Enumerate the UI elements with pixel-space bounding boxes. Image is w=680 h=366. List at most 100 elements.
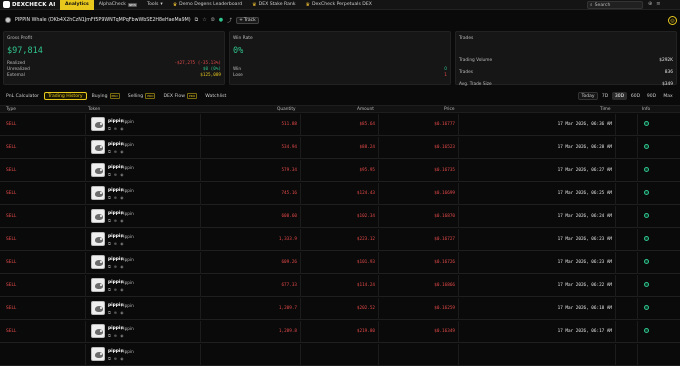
- token-link-icons[interactable]: ⧉ ⊕ ◉: [108, 195, 125, 200]
- tab-watchlist[interactable]: Watchlist: [202, 92, 229, 100]
- column-divider: [300, 298, 301, 320]
- token-symbol: Pippin: [121, 303, 134, 308]
- info-icon[interactable]: [644, 213, 649, 218]
- th-price: Price: [444, 107, 455, 112]
- column-divider: [458, 344, 459, 366]
- tab-selling[interactable]: Selling PRO: [125, 92, 159, 100]
- token-image[interactable]: [91, 140, 105, 154]
- search-input[interactable]: ⌕ Search: [587, 1, 643, 9]
- column-divider: [637, 229, 638, 251]
- table-row[interactable]: SELL pippin Pippin ⧉ ⊕ ◉ 1,289.8 $219.80 $0.16…: [0, 321, 680, 343]
- tab-dex-flow[interactable]: DEX Flow PRO: [160, 92, 200, 100]
- star-icon[interactable]: ☆: [202, 17, 206, 23]
- token-image[interactable]: [91, 278, 105, 292]
- trade-type: SELL: [6, 168, 17, 173]
- token-image[interactable]: [91, 232, 105, 246]
- info-icon[interactable]: [644, 167, 649, 172]
- period-30d[interactable]: 30D: [612, 92, 627, 100]
- table-row[interactable]: SELL pippin Pippin ⧉ ⊕ ◉ 534.94 $88.24 $0.1652…: [0, 137, 680, 159]
- token-link-icons[interactable]: ⧉ ⊕ ◉: [108, 172, 125, 177]
- table-header: Type Token Quantity Amount Price Time In…: [0, 105, 680, 113]
- column-divider: [615, 275, 616, 297]
- solscan-icon[interactable]: ●: [219, 17, 223, 23]
- token-symbol: Pippin: [121, 234, 134, 239]
- trade-quantity: 609.26: [281, 260, 297, 265]
- info-icon[interactable]: [644, 259, 649, 264]
- token-image[interactable]: [91, 324, 105, 338]
- tab-pnl-calculator[interactable]: PnL Calculator: [3, 92, 42, 100]
- trade-price: $0.16726: [434, 260, 455, 265]
- token-link-icons[interactable]: ⧉ ⊕ ◉: [108, 356, 125, 361]
- share-icon[interactable]: ⤴: [227, 17, 232, 24]
- language-icon[interactable]: ⊕: [648, 1, 652, 7]
- token-symbol: Pippin: [121, 280, 134, 285]
- token-link-icons[interactable]: ⧉ ⊕ ◉: [108, 287, 125, 292]
- tab-buying[interactable]: Buying PRO: [89, 92, 123, 100]
- menu-icon[interactable]: ≡: [656, 1, 660, 7]
- link-icon[interactable]: ⧁: [211, 17, 215, 23]
- table-row[interactable]: SELL pippin Pippin ⧉ ⊕ ◉ 745.16 $124.43 $0.166…: [0, 183, 680, 205]
- token-image[interactable]: [91, 301, 105, 315]
- nav-perpetuals-dex[interactable]: ♛ DexCheck Perpetuals DEX: [301, 0, 377, 10]
- token-image[interactable]: [91, 117, 105, 131]
- table-row[interactable]: SELL pippin Pippin ⧉ ⊕ ◉ 609.26 $101.93 $0.167…: [0, 252, 680, 274]
- table-row[interactable]: SELL pippin Pippin ⧉ ⊕ ◉ 608.60 $102.34 $0.168…: [0, 206, 680, 228]
- token-link-icons[interactable]: ⧉ ⊕ ◉: [108, 126, 125, 131]
- token-link-icons[interactable]: ⧉ ⊕ ◉: [108, 333, 125, 338]
- table-row[interactable]: SELL pippin Pippin ⧉ ⊕ ◉ 511.88 $85.64 $0.1677…: [0, 114, 680, 136]
- track-button[interactable]: + Track: [236, 16, 259, 24]
- nav-dex-stake-rank[interactable]: ♛ DEX Stake Rank: [247, 0, 300, 10]
- info-icon[interactable]: [644, 236, 649, 241]
- nav-demo-degens[interactable]: ♛ Demo Degens Leaderboard: [168, 0, 247, 10]
- nav-alphacheck[interactable]: AlphaCheck NEW: [94, 0, 142, 10]
- trade-type: SELL: [6, 306, 17, 311]
- token-image[interactable]: [91, 255, 105, 269]
- token-image[interactable]: [91, 347, 105, 361]
- token-link-icons[interactable]: ⧉ ⊕ ◉: [108, 149, 125, 154]
- token-link-icons[interactable]: ⧉ ⊕ ◉: [108, 264, 125, 269]
- period-7d[interactable]: 7D: [598, 92, 612, 100]
- tab-trading-history[interactable]: Trading History: [43, 92, 87, 100]
- token-link-icons[interactable]: ⧉ ⊕ ◉: [108, 218, 125, 223]
- token-symbol: Pippin: [121, 119, 134, 124]
- avg-trade-label: Avg. Trade Size: [459, 81, 492, 87]
- token-symbol: Pippin: [121, 142, 134, 147]
- info-icon[interactable]: [644, 190, 649, 195]
- column-divider: [458, 298, 459, 320]
- th-time: Time: [600, 107, 611, 112]
- track-label: Track: [243, 17, 256, 23]
- trade-time: 17 Mar 2026, 06:27 AM: [557, 168, 612, 173]
- info-icon[interactable]: [644, 305, 649, 310]
- table-row[interactable]: SELL pippin Pippin ⧉ ⊕ ◉ 1,209.7 $202.52 $0.16…: [0, 298, 680, 320]
- column-divider: [458, 206, 459, 228]
- info-icon[interactable]: [644, 328, 649, 333]
- period-60d[interactable]: 60D: [628, 92, 643, 100]
- trade-quantity: 1,209.7: [278, 306, 297, 311]
- nav-tools[interactable]: Tools ▾: [142, 0, 168, 10]
- token-image[interactable]: [91, 163, 105, 177]
- table-row[interactable]: SELL pippin Pippin ⧉ ⊕ ◉ 579.34 $95.95 $0.1673…: [0, 160, 680, 182]
- help-icon[interactable]: ◎: [668, 16, 677, 25]
- table-row[interactable]: SELL pippin Pippin ⧉ ⊕ ◉ 677.33 $114.24 $0.168…: [0, 275, 680, 297]
- token-image[interactable]: [91, 209, 105, 223]
- period-max[interactable]: Max: [660, 92, 676, 100]
- period-today[interactable]: Today: [578, 92, 598, 100]
- copy-icon[interactable]: ⧉: [195, 17, 199, 23]
- logo[interactable]: DEXCHECK AI: [0, 1, 60, 8]
- table-row[interactable]: pippin Pippin ⧉ ⊕ ◉: [0, 344, 680, 366]
- nav-analytics[interactable]: Analytics: [60, 0, 94, 10]
- trade-amount: $88.24: [359, 145, 375, 150]
- table-row[interactable]: SELL pippin Pippin ⧉ ⊕ ◉ 1,333.9 $223.12 $0.16…: [0, 229, 680, 251]
- volume-value: $292K: [659, 57, 673, 63]
- pro-badge: PRO: [187, 93, 198, 99]
- column-divider: [85, 321, 86, 343]
- period-90d[interactable]: 90D: [644, 92, 659, 100]
- info-icon[interactable]: [644, 121, 649, 126]
- info-icon[interactable]: [644, 282, 649, 287]
- token-image[interactable]: [91, 186, 105, 200]
- th-info: Info: [642, 107, 651, 112]
- info-icon[interactable]: [644, 144, 649, 149]
- token-link-icons[interactable]: ⧉ ⊕ ◉: [108, 310, 125, 315]
- trade-amount: $101.93: [356, 260, 375, 265]
- token-link-icons[interactable]: ⧉ ⊕ ◉: [108, 241, 125, 246]
